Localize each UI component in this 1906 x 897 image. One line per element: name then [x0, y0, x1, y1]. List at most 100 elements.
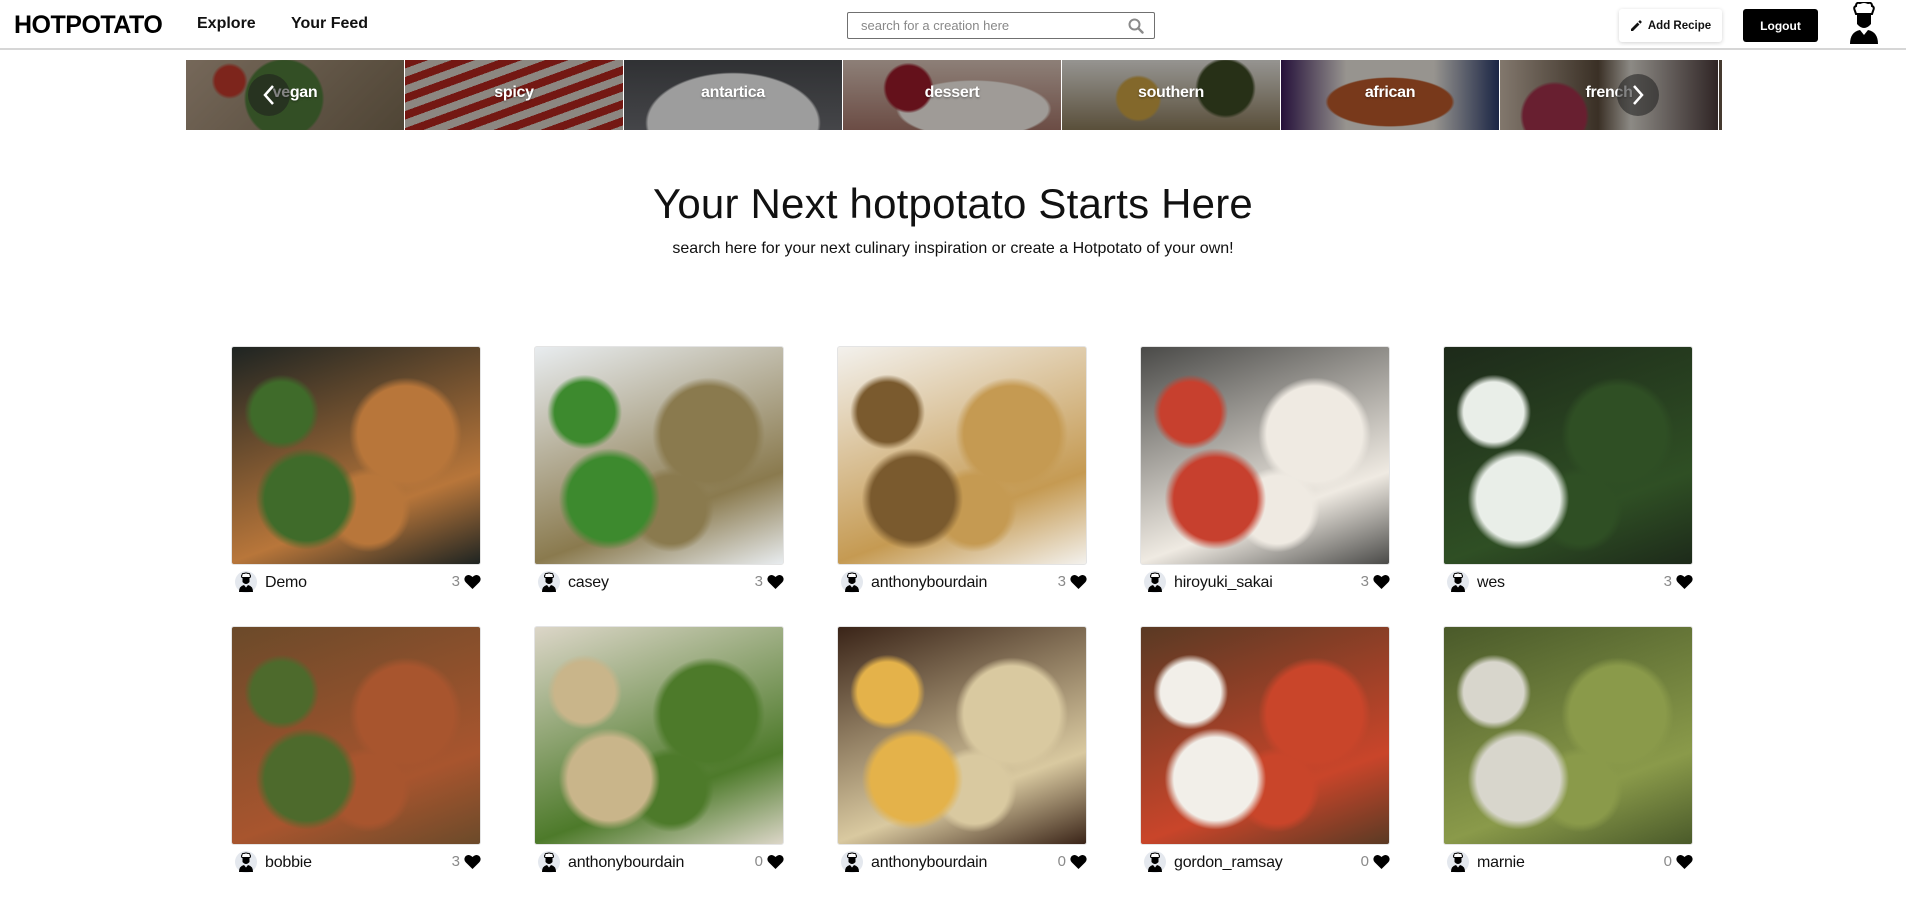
carousel-prev-button[interactable] [248, 74, 290, 116]
category-spicy[interactable]: spicy [405, 60, 623, 130]
pencil-icon [1630, 19, 1642, 32]
chevron-left-icon [263, 85, 274, 105]
category-french[interactable]: french [1500, 60, 1718, 130]
add-recipe-label: Add Recipe [1647, 19, 1712, 32]
recipe-author[interactable]: anthonybourdain [568, 854, 684, 872]
like-count: 3 [754, 573, 763, 590]
category-partial[interactable] [1719, 60, 1722, 130]
chef-avatar-icon[interactable] [1848, 1, 1880, 44]
recipe-card[interactable]: marnie 0 [1443, 626, 1693, 878]
like-count: 3 [1057, 573, 1066, 590]
category-label: spicy [494, 84, 534, 101]
recipe-author[interactable]: anthonybourdain [871, 854, 987, 872]
search-input[interactable] [848, 18, 1126, 33]
recipe-photo[interactable] [534, 626, 784, 845]
recipe-card-footer: anthonybourdain 0 [837, 849, 1087, 876]
recipe-author[interactable]: casey [568, 574, 609, 592]
recipe-photo[interactable] [837, 346, 1087, 565]
logout-button[interactable]: Logout [1743, 9, 1818, 42]
heart-icon[interactable] [464, 854, 481, 870]
recipe-card[interactable]: hiroyuki_sakai 3 [1140, 346, 1390, 598]
user-avatar-icon[interactable] [235, 571, 257, 593]
like-count: 0 [754, 853, 763, 870]
recipe-author[interactable]: anthonybourdain [871, 574, 987, 592]
recipe-author[interactable]: Demo [265, 574, 307, 592]
recipe-card[interactable]: casey 3 [534, 346, 784, 598]
heart-icon[interactable] [1676, 854, 1693, 870]
category-southern[interactable]: southern [1062, 60, 1280, 130]
category-antartica[interactable]: antartica [624, 60, 842, 130]
add-recipe-button[interactable]: Add Recipe [1619, 9, 1722, 42]
recipe-photo[interactable] [534, 346, 784, 565]
likes: 0 [755, 853, 784, 870]
category-vegan[interactable]: vegan [186, 60, 404, 130]
category-label: vegan [272, 84, 318, 101]
likes: 3 [452, 573, 481, 590]
category-label: african [1364, 84, 1416, 101]
heart-icon[interactable] [1373, 574, 1390, 590]
like-count: 3 [1360, 573, 1369, 590]
nav-your-feed[interactable]: Your Feed [291, 15, 368, 33]
heart-icon[interactable] [767, 574, 784, 590]
recipe-author[interactable]: hiroyuki_sakai [1174, 574, 1273, 592]
recipe-author[interactable]: bobbie [265, 854, 312, 872]
likes: 3 [755, 573, 784, 590]
recipe-photo[interactable] [1140, 626, 1390, 845]
likes: 0 [1664, 853, 1693, 870]
logo[interactable]: HOTPOTATO [14, 11, 163, 40]
carousel-next-button[interactable] [1617, 74, 1659, 116]
recipe-photo[interactable] [1443, 346, 1693, 565]
user-avatar-icon[interactable] [1447, 571, 1469, 593]
chevron-right-icon [1633, 85, 1644, 105]
recipe-card[interactable]: anthonybourdain 0 [534, 626, 784, 878]
recipe-card[interactable]: bobbie 3 [231, 626, 481, 878]
user-avatar-icon[interactable] [235, 851, 257, 873]
recipe-card-footer: marnie 0 [1443, 849, 1693, 876]
user-avatar-icon[interactable] [1447, 851, 1469, 873]
category-african[interactable]: african [1281, 60, 1499, 130]
recipe-author[interactable]: gordon_ramsay [1174, 854, 1283, 872]
recipe-author[interactable]: marnie [1477, 854, 1525, 872]
user-avatar-icon[interactable] [1144, 851, 1166, 873]
heart-icon[interactable] [464, 574, 481, 590]
recipe-photo[interactable] [837, 626, 1087, 845]
recipe-card[interactable]: anthonybourdain 3 [837, 346, 1087, 598]
recipe-author[interactable]: wes [1477, 574, 1505, 592]
recipe-card-footer: anthonybourdain 0 [534, 849, 784, 876]
likes: 3 [1664, 573, 1693, 590]
user-avatar-icon[interactable] [841, 851, 863, 873]
likes: 3 [452, 853, 481, 870]
recipe-card-footer: bobbie 3 [231, 849, 481, 876]
recipe-card-footer: hiroyuki_sakai 3 [1140, 569, 1390, 596]
category-label: dessert [924, 84, 980, 101]
user-avatar-icon[interactable] [538, 851, 560, 873]
search-icon[interactable] [1126, 16, 1146, 36]
category-label: southern [1137, 84, 1205, 101]
recipe-photo[interactable] [231, 626, 481, 845]
recipe-card[interactable]: anthonybourdain 0 [837, 626, 1087, 878]
like-count: 3 [451, 573, 460, 590]
recipe-photo[interactable] [231, 346, 481, 565]
user-avatar-icon[interactable] [538, 571, 560, 593]
heart-icon[interactable] [1676, 574, 1693, 590]
heart-icon[interactable] [1070, 854, 1087, 870]
user-avatar-icon[interactable] [841, 571, 863, 593]
recipe-photo[interactable] [1140, 346, 1390, 565]
user-avatar-icon[interactable] [1144, 571, 1166, 593]
recipe-card[interactable]: gordon_ramsay 0 [1140, 626, 1390, 878]
recipe-card[interactable]: wes 3 [1443, 346, 1693, 598]
hero-subtitle: search here for your next culinary inspi… [672, 240, 1234, 257]
nav-explore[interactable]: Explore [197, 15, 256, 33]
recipe-photo[interactable] [1443, 626, 1693, 845]
heart-icon[interactable] [1070, 574, 1087, 590]
heart-icon[interactable] [767, 854, 784, 870]
category-label: french [1585, 84, 1633, 101]
search-bar [847, 12, 1155, 39]
like-count: 0 [1663, 853, 1672, 870]
recipe-card[interactable]: Demo 3 [231, 346, 481, 598]
navbar: HOTPOTATO Explore Your Feed Add Recipe L… [0, 0, 1906, 50]
heart-icon[interactable] [1373, 854, 1390, 870]
recipe-card-footer: wes 3 [1443, 569, 1693, 596]
category-dessert[interactable]: dessert [843, 60, 1061, 130]
likes: 3 [1058, 573, 1087, 590]
